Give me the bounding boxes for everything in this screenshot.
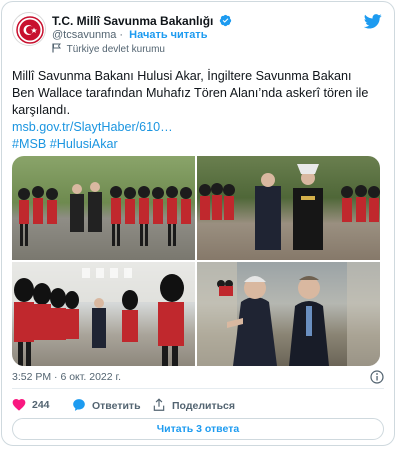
account-handle[interactable]: @tcsavunma xyxy=(52,29,116,41)
ministry-emblem-icon xyxy=(14,14,45,45)
photo-ministers-talking[interactable] xyxy=(197,262,380,366)
likes-count: 244 xyxy=(32,399,50,411)
handle-separator: · xyxy=(119,29,124,41)
account-label: Türkiye devlet kurumu xyxy=(66,44,165,55)
reply-label: Ответить xyxy=(92,400,141,412)
follow-button[interactable]: Начать читать xyxy=(129,29,207,41)
info-icon[interactable] xyxy=(370,370,384,389)
flag-icon xyxy=(52,43,61,56)
handle-row: @tcsavunma · Начать читать xyxy=(52,29,207,41)
tweet-body: Millî Savunma Bakanı Hulusi Akar, İngilt… xyxy=(12,69,369,117)
share-label: Поделиться xyxy=(172,400,236,412)
divider xyxy=(12,388,384,389)
photo-guards-line[interactable] xyxy=(12,262,195,366)
meta-separator: · xyxy=(54,371,58,383)
photo-honor-guard-review[interactable] xyxy=(12,156,195,260)
share-button[interactable]: Поделиться xyxy=(152,398,235,412)
avatar[interactable] xyxy=(12,12,46,46)
account-label-row: Türkiye devlet kurumu xyxy=(52,43,165,56)
read-replies-button[interactable]: Читать 3 ответа xyxy=(12,418,384,440)
photo-ministers-salute[interactable] xyxy=(197,156,380,260)
reply-button[interactable]: Ответить xyxy=(72,398,141,412)
hashtag-msb[interactable]: #MSB xyxy=(12,137,46,151)
photo-grid xyxy=(12,156,380,366)
tweet-card: T.C. Millî Savunma Bakanlığı @tcsavunma … xyxy=(1,1,395,446)
tweet-date: 6 окт. 2022 г. xyxy=(60,371,121,383)
tweet-timestamp[interactable]: 3:52 PM · 6 окт. 2022 г. xyxy=(12,371,121,383)
account-name-row: T.C. Millî Savunma Bakanlığı xyxy=(52,14,232,30)
display-name[interactable]: T.C. Millî Savunma Bakanlığı xyxy=(52,14,213,28)
hashtag-hulusiakar[interactable]: #HulusiAkar xyxy=(50,137,118,151)
tweet-link[interactable]: msb.gov.tr/SlaytHaber/610… xyxy=(12,120,173,134)
twitter-icon[interactable] xyxy=(363,14,382,34)
verified-icon xyxy=(219,14,232,30)
share-icon xyxy=(153,398,165,411)
reply-icon xyxy=(73,399,85,411)
tweet-time: 3:52 PM xyxy=(12,371,52,383)
tweet-text: Millî Savunma Bakanı Hulusi Akar, İngilt… xyxy=(12,68,372,153)
tweet-header: T.C. Millî Savunma Bakanlığı @tcsavunma … xyxy=(12,12,384,55)
heart-icon xyxy=(12,398,26,411)
like-button[interactable]: 244 xyxy=(12,398,50,411)
